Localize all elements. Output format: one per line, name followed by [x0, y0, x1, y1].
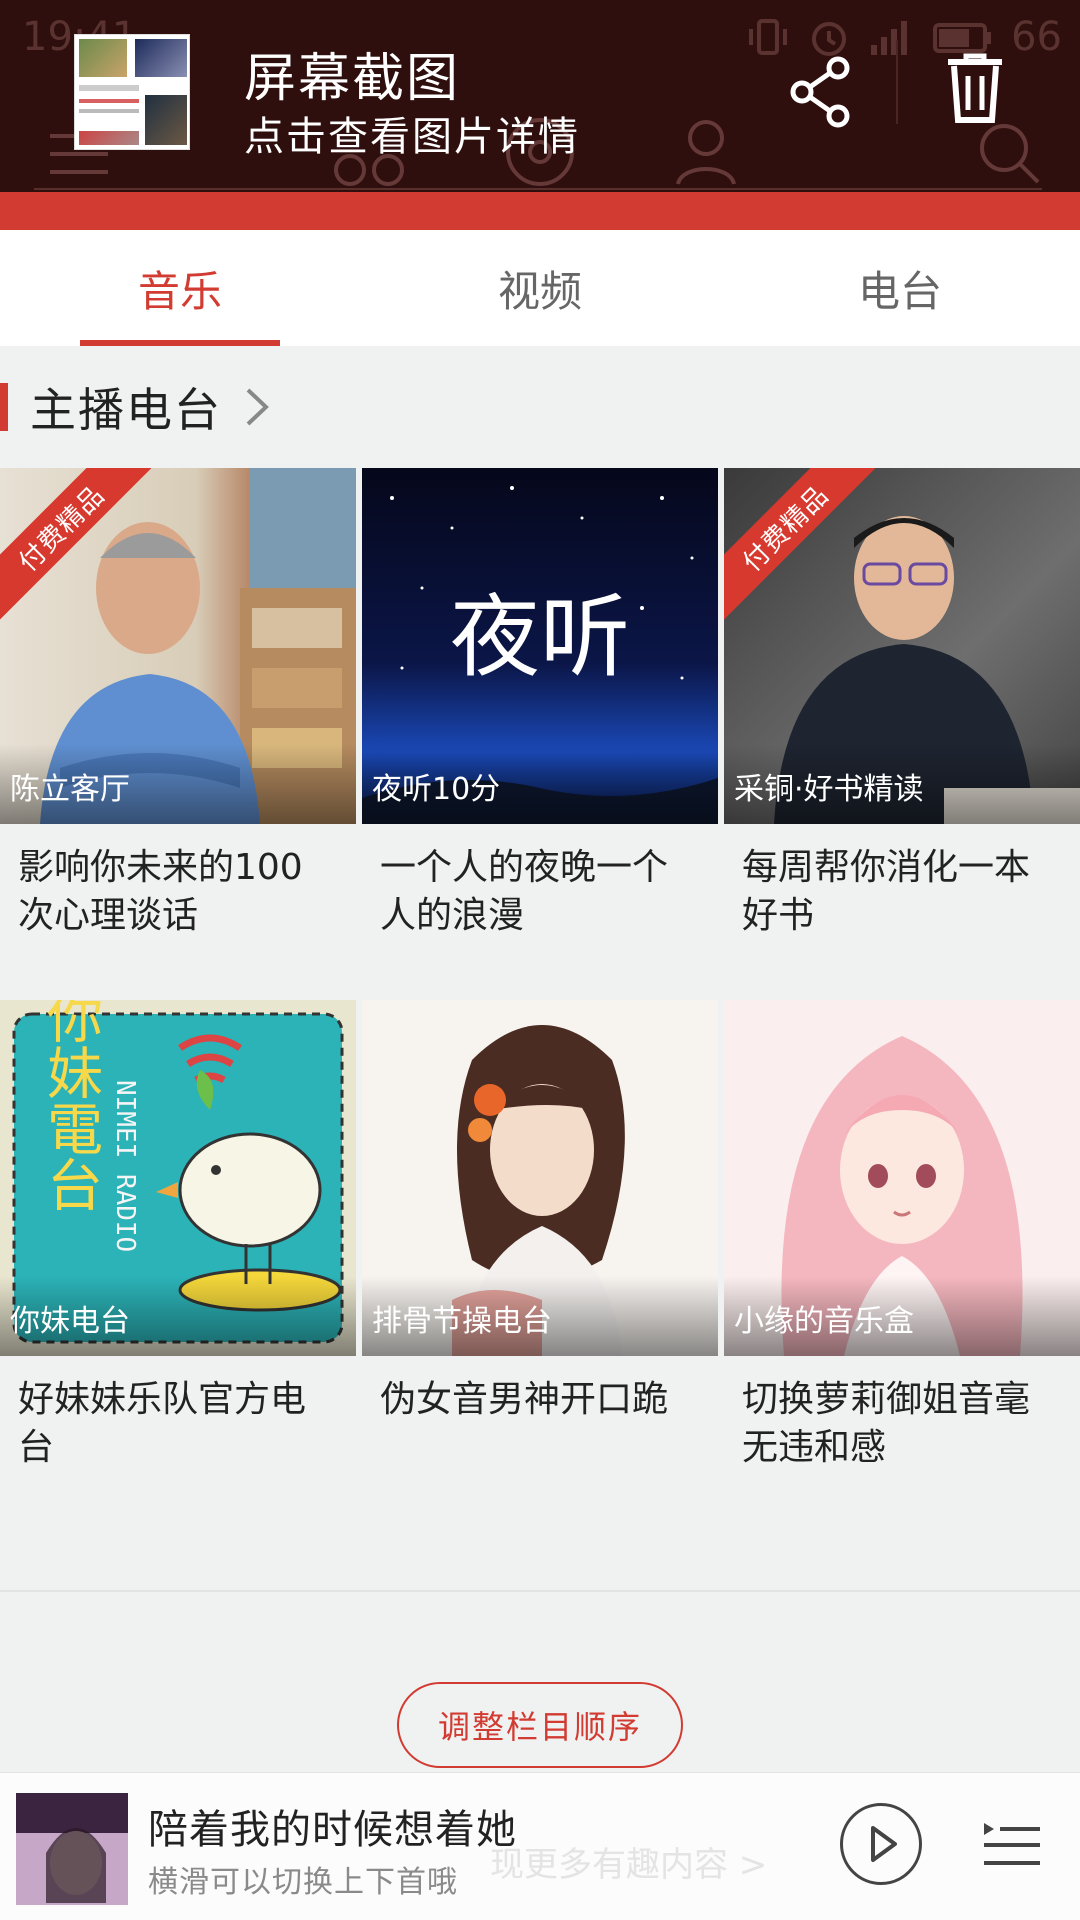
radio-card[interactable]: 付费精品 采铜·好书精读 每周帮你消化一本好书 [724, 468, 1080, 964]
card-title: 一个人的夜晚一个人的浪漫 [380, 847, 669, 936]
card-cover: 小缘的音乐盒 [724, 1000, 1080, 1356]
reorder-sections-button[interactable]: 调整栏目顺序 [397, 1682, 683, 1768]
mini-player[interactable]: 现更多有趣内容 > 陪着我的时候想着她 横滑可以切换上下首哦 [0, 1772, 1080, 1920]
album-cover [16, 1793, 128, 1905]
friends-icon [676, 120, 736, 185]
play-button[interactable] [840, 1803, 922, 1885]
radio-card[interactable]: 夜听 夜听10分 一个人的夜晚一个人的浪漫 [362, 468, 718, 964]
vibrate-icon [749, 19, 788, 55]
category-tabs: 音乐 视频 电台 [0, 230, 1080, 346]
screenshot-notification[interactable]: 19:41 66 屏幕截图 点击查看图片详情 [0, 0, 1080, 192]
card-title: 影响你未来的100次心理谈话 [18, 847, 303, 936]
play-icon [871, 1826, 897, 1862]
card-title: 好妹妹乐队官方电台 [18, 1379, 307, 1468]
cover-art-text: 你妹電台 [38, 1000, 103, 1212]
signal-icon [871, 21, 908, 55]
tab-radio[interactable]: 电台 [720, 230, 1080, 346]
section-header[interactable]: 主播电台 [0, 346, 1080, 468]
card-cover: 排骨节操电台 [362, 1000, 718, 1356]
card-caption: 陈立客厅 [0, 744, 356, 824]
tab-video[interactable]: 视频 [360, 230, 720, 346]
card-caption: 夜听10分 [362, 744, 718, 824]
card-caption: 采铜·好书精读 [724, 744, 1080, 824]
card-caption: 你妹电台 [0, 1276, 356, 1356]
card-title: 伪女音男神开口跪 [380, 1379, 669, 1420]
screenshot-thumbnail [74, 34, 190, 150]
ghost-text: 现更多有趣内容 > [490, 1845, 768, 1885]
battery-icon [933, 23, 992, 53]
divider [896, 40, 898, 124]
radio-card[interactable]: 小缘的音乐盒 切换萝莉御姐音毫无违和感 [724, 1000, 1080, 1496]
card-caption: 排骨节操电台 [362, 1276, 718, 1356]
card-cover: 你妹電台 NIMEI RADIO 你妹电台 [0, 1000, 356, 1356]
card-cover: 夜听 夜听10分 [362, 468, 718, 824]
trash-icon[interactable] [944, 52, 1006, 124]
cover-art-text: 夜听 [450, 585, 630, 690]
app-bar [0, 192, 1080, 230]
card-title: 每周帮你消化一本好书 [742, 847, 1031, 936]
swipe-hint: 横滑可以切换上下首哦 [148, 1865, 458, 1900]
card-cover: 付费精品 陈立客厅 [0, 468, 356, 824]
section-title: 主播电台 [30, 383, 222, 437]
now-playing-title: 陪着我的时候想着她 [148, 1807, 517, 1853]
notification-title: 屏幕截图 [244, 49, 461, 109]
card-caption: 小缘的音乐盒 [724, 1276, 1080, 1356]
battery-level: 66 [1011, 14, 1062, 60]
radio-card[interactable]: 付费精品 陈立客厅 影响你未来的100次心理谈话 [0, 468, 356, 964]
radio-card[interactable]: 你妹電台 NIMEI RADIO 你妹电台 好妹妹乐队官方电台 [0, 1000, 356, 1496]
section-accent-bar [0, 383, 8, 431]
card-title: 切换萝莉御姐音毫无违和感 [742, 1379, 1031, 1468]
search-icon [980, 124, 1040, 184]
cover-art-side-text: NIMEI RADIO [110, 1080, 140, 1252]
playlist-icon[interactable] [980, 1813, 1044, 1877]
chevron-right-icon [246, 388, 269, 426]
tab-music[interactable]: 音乐 [0, 230, 360, 346]
radio-card[interactable]: 排骨节操电台 伪女音男神开口跪 [362, 1000, 718, 1496]
card-cover: 付费精品 采铜·好书精读 [724, 468, 1080, 824]
divider [0, 1590, 1080, 1592]
status-icons: 66 [745, 14, 1062, 60]
share-icon[interactable] [788, 56, 852, 128]
alarm-icon [812, 22, 847, 56]
notification-subtitle: 点击查看图片详情 [244, 114, 580, 160]
divider [34, 188, 1042, 190]
